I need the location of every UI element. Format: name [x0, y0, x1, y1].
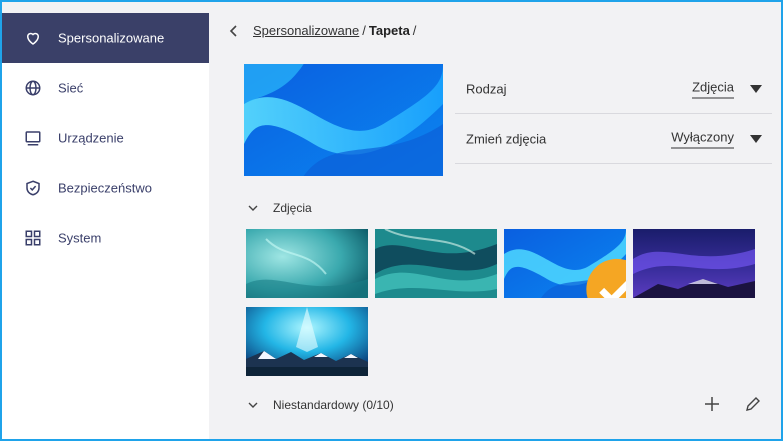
breadcrumb-separator: / [412, 23, 417, 38]
globe-icon [25, 80, 41, 96]
add-icon[interactable] [703, 395, 721, 413]
wallpaper-thumb-teal-marble[interactable] [375, 229, 497, 298]
breadcrumb-current: Tapeta [368, 23, 410, 38]
sidebar-item-label: Sieć [58, 80, 84, 96]
back-chevron-icon[interactable] [227, 24, 241, 38]
selected-check-icon [586, 258, 626, 298]
wallpaper-preview [244, 64, 443, 176]
wallpaper-thumb-purple-aurora[interactable] [633, 229, 755, 298]
thumb-image [246, 229, 368, 298]
main-panel: Spersonalizowane / Tapeta / Rodzaj Zdjęc… [209, 13, 781, 439]
sidebar-item-security[interactable]: Bezpieczeństwo [2, 163, 209, 213]
chevron-down-icon [248, 205, 258, 211]
thumb-image [375, 229, 497, 298]
dropdown-caret-icon[interactable] [750, 134, 762, 143]
sidebar-item-label: System [58, 230, 102, 246]
breadcrumb-parent-link[interactable]: Spersonalizowane [253, 23, 359, 38]
dropdown-caret-icon[interactable] [750, 84, 762, 93]
type-select[interactable]: Zdjęcia [692, 79, 734, 98]
monitor-icon [25, 131, 41, 146]
breadcrumb: Spersonalizowane / Tapeta / [227, 23, 419, 38]
heart-icon [26, 32, 40, 45]
sidebar-item-system[interactable]: System [2, 213, 209, 263]
change-photos-label: Zmień zdjęcia [466, 131, 547, 146]
edit-pencil-icon[interactable] [744, 395, 762, 413]
grid-icon [25, 230, 41, 246]
wallpaper-thumb-blue-wave[interactable] [504, 229, 626, 298]
change-photos-select[interactable]: Wyłączony [671, 129, 734, 148]
setting-row-type: Rodzaj Zdjęcia [455, 64, 772, 114]
thumb-image [633, 229, 755, 298]
chevron-down-icon [248, 402, 258, 408]
section-photos-label: Zdjęcia [273, 201, 312, 215]
breadcrumb-separator: / [362, 23, 366, 38]
section-custom-toggle[interactable]: Niestandardowy (0/10) [248, 398, 394, 412]
thumb-image [246, 307, 368, 376]
sidebar-item-label: Spersonalizowane [58, 30, 165, 46]
sidebar-item-device[interactable]: Urządzenie [2, 113, 209, 163]
sidebar: Spersonalizowane Sieć Urządzenie Bezpiec… [2, 13, 209, 439]
wallpaper-thumb-ice-cave[interactable] [246, 229, 368, 298]
type-label: Rodzaj [466, 81, 507, 96]
setting-row-change-photos: Zmień zdjęcia Wyłączony [455, 114, 772, 164]
sidebar-item-personalized[interactable]: Spersonalizowane [2, 13, 209, 63]
sidebar-item-label: Urządzenie [58, 130, 124, 146]
wallpaper-thumb-cyan-aurora-mountains[interactable] [246, 307, 368, 376]
shield-check-icon [26, 180, 40, 196]
sidebar-item-network[interactable]: Sieć [2, 63, 209, 113]
section-photos-toggle[interactable]: Zdjęcia [248, 201, 312, 215]
sidebar-item-label: Bezpieczeństwo [58, 180, 152, 196]
section-custom-label: Niestandardowy (0/10) [273, 398, 394, 412]
